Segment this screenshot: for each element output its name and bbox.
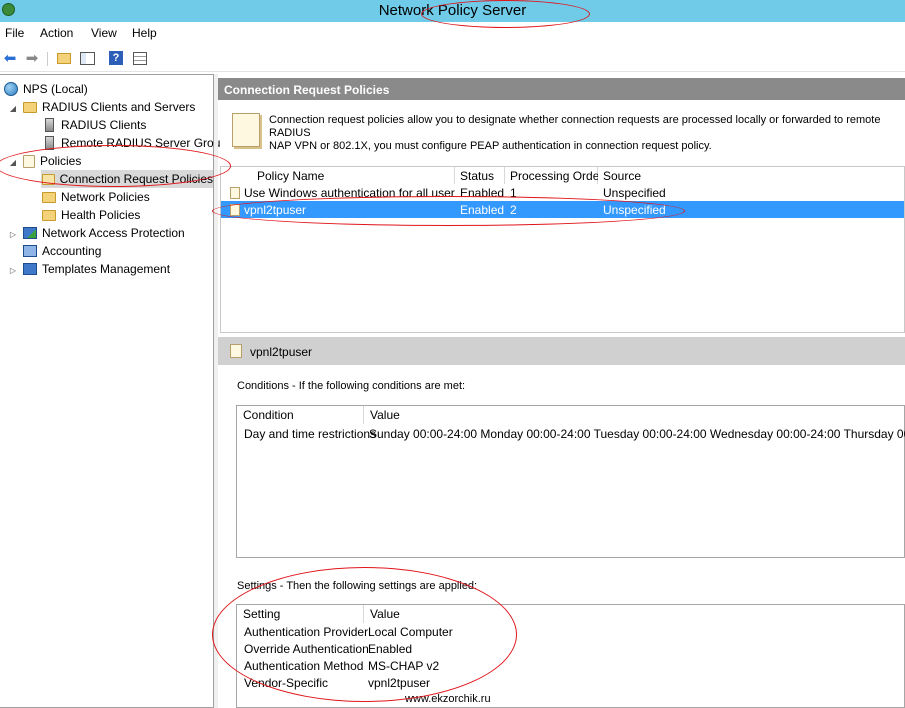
settings-table: Setting Value Authentication Provider Lo… xyxy=(236,604,905,708)
setting-name: Authentication Method xyxy=(244,659,364,673)
setting-name: Vendor-Specific xyxy=(244,676,329,690)
open-folder-icon xyxy=(42,173,55,185)
title-bar: Network Policy Server xyxy=(0,0,905,22)
setting-value: MS-CHAP v2 xyxy=(368,659,440,673)
menu-bar: File Action View Help xyxy=(0,22,905,44)
table-row[interactable]: Use Windows authentication for all users… xyxy=(221,184,904,201)
watermark: www.ekzorchik.ru xyxy=(405,693,491,705)
setting-value: vpnl2tpuser xyxy=(368,676,431,690)
detail-header xyxy=(218,337,905,365)
table-row[interactable]: Authentication Method MS-CHAP v2 xyxy=(237,657,904,674)
tree-item-radius-clients[interactable]: RADIUS Clients xyxy=(45,116,146,134)
settings-label: Settings - Then the following settings a… xyxy=(237,580,478,592)
properties-icon[interactable] xyxy=(131,49,149,67)
collapse-arrow-icon[interactable]: ◢ xyxy=(8,157,18,167)
tree-item-health-policies[interactable]: Health Policies xyxy=(42,206,140,224)
up-folder-icon[interactable] xyxy=(55,49,73,67)
folder-icon xyxy=(42,191,56,203)
show-hide-tree-icon[interactable] xyxy=(78,49,96,67)
collapse-arrow-icon[interactable]: ◢ xyxy=(8,103,18,113)
server-icon xyxy=(45,136,54,150)
column-header-setting[interactable]: Setting xyxy=(237,605,364,623)
accounting-icon xyxy=(23,245,37,257)
table-row[interactable]: Override Authentication Enabled xyxy=(237,640,904,657)
menu-action[interactable]: Action xyxy=(40,26,73,40)
table-row[interactable]: Vendor-Specific vpnl2tpuser xyxy=(237,674,904,691)
toolbar: ⬅ ➡ ? xyxy=(0,44,905,72)
policy-document-icon xyxy=(232,113,260,147)
expand-arrow-icon[interactable]: ▷ xyxy=(8,265,18,275)
setting-value: Local Computer xyxy=(368,625,453,639)
tree-item-network-access-protection[interactable]: Network Access Protection xyxy=(23,224,185,242)
menu-file[interactable]: File xyxy=(5,26,24,40)
tree-item-accounting[interactable]: Accounting xyxy=(23,242,101,260)
tree-item-connection-request-policies[interactable]: Connection Request Policies xyxy=(41,170,213,188)
server-icon xyxy=(45,118,54,132)
condition-value: Sunday 00:00-24:00 Monday 00:00-24:00 Tu… xyxy=(369,427,905,441)
table-row-selected[interactable]: vpnl2tpuser Enabled 2 Unspecified xyxy=(221,201,904,218)
pane-header: Connection Request Policies xyxy=(218,78,905,100)
detail-policy-name: vpnl2tpuser xyxy=(250,345,313,359)
tree-item-remote-radius-groups[interactable]: Remote RADIUS Server Grou xyxy=(45,134,220,152)
setting-value: Enabled xyxy=(368,642,413,656)
folder-icon xyxy=(23,101,37,113)
conditions-table: Condition Value Day and time restriction… xyxy=(236,405,905,558)
toolbar-separator xyxy=(47,52,48,66)
tree-item-network-policies[interactable]: Network Policies xyxy=(42,188,150,206)
window-title: Network Policy Server xyxy=(378,2,527,19)
column-header-processing-order[interactable]: Processing Order xyxy=(505,167,603,184)
policy-source: Unspecified xyxy=(603,186,666,200)
table-row[interactable]: Day and time restrictions Sunday 00:00-2… xyxy=(237,425,905,442)
column-header-policy-name[interactable]: Policy Name xyxy=(221,167,455,184)
column-header-source[interactable]: Source xyxy=(598,167,904,184)
policy-icon xyxy=(230,204,240,216)
policy-list: Policy Name Status Processing Order Sour… xyxy=(220,166,905,333)
policy-status: Enabled xyxy=(460,186,505,200)
nap-icon xyxy=(23,227,37,239)
nps-window: Network Policy Server File Action View H… xyxy=(0,0,905,708)
forward-arrow-icon[interactable]: ➡ xyxy=(23,49,41,67)
column-header-condition[interactable]: Condition xyxy=(237,406,364,424)
policy-source: Unspecified xyxy=(603,203,666,217)
column-header-value[interactable]: Value xyxy=(364,406,904,424)
policy-name: vpnl2tpuser xyxy=(244,203,307,217)
setting-name: Authentication Provider xyxy=(244,625,369,639)
tree-item-radius-clients-servers[interactable]: RADIUS Clients and Servers xyxy=(23,98,195,116)
tree-item-nps-local[interactable]: NPS (Local) xyxy=(4,80,88,98)
policy-order: 2 xyxy=(510,203,517,217)
back-arrow-icon[interactable]: ⬅ xyxy=(1,49,19,67)
globe-icon xyxy=(4,82,18,96)
conditions-label: Conditions - If the following conditions… xyxy=(237,380,466,392)
menu-help[interactable]: Help xyxy=(132,26,157,40)
pane-description: Connection request policies allow you to… xyxy=(269,114,881,152)
condition-name: Day and time restrictions xyxy=(244,427,377,441)
column-header-value[interactable]: Value xyxy=(364,605,904,623)
policy-name: Use Windows authentication for all users xyxy=(244,186,455,200)
console-tree: NPS (Local) ◢ RADIUS Clients and Servers… xyxy=(0,74,220,708)
table-row[interactable]: Authentication Provider Local Computer xyxy=(237,623,904,640)
column-header-status[interactable]: Status xyxy=(455,167,505,184)
tree-item-templates-management[interactable]: Templates Management xyxy=(23,260,170,278)
setting-name: Override Authentication xyxy=(244,642,369,656)
tree-item-policies[interactable]: Policies xyxy=(23,152,81,170)
policy-status: Enabled xyxy=(460,203,505,217)
folder-icon xyxy=(42,209,56,221)
expand-arrow-icon[interactable]: ▷ xyxy=(8,229,18,239)
help-icon[interactable]: ? xyxy=(107,49,125,67)
policy-icon xyxy=(230,344,242,358)
policies-icon xyxy=(23,154,35,168)
policy-icon xyxy=(230,187,240,199)
policy-order: 1 xyxy=(510,186,517,200)
menu-view[interactable]: View xyxy=(91,26,117,40)
templates-icon xyxy=(23,263,37,275)
pane-splitter[interactable] xyxy=(214,74,218,708)
